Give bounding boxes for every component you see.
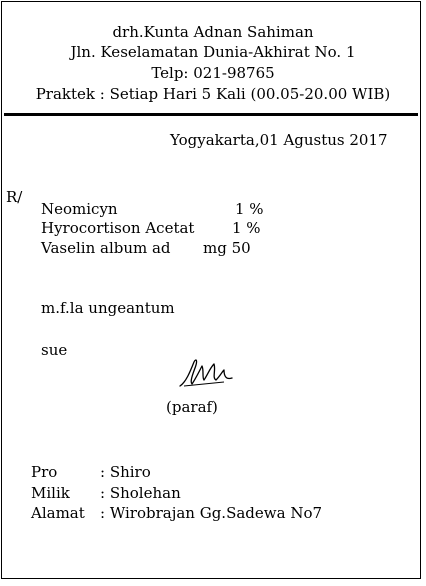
ingredient-2-name: Hyrocortison Acetat <box>41 219 195 237</box>
address-value: : Wirobrajan Gg.Sadewa No7 <box>100 504 323 522</box>
owner-value: : Sholehan <box>100 484 181 502</box>
clinic-address: Jln. Keselamatan Dunia-Akhirat No. 1 <box>70 43 356 61</box>
practice-hours: Praktek : Setiap Hari 5 Kali (00.05-20.0… <box>35 85 391 103</box>
signature-scribble <box>179 359 233 387</box>
recipe-mark: R/ <box>6 188 23 206</box>
place-date: Yogyakarta,01 Agustus 2017 <box>170 131 388 149</box>
signa: sue <box>41 341 68 359</box>
doctor-name: drh.Kunta Adnan Sahiman <box>112 23 314 41</box>
ingredient-2-amount: 1 % <box>232 219 261 237</box>
pro-label: Pro <box>31 463 58 481</box>
paraf-label: (paraf) <box>166 398 218 416</box>
ingredient-1-name: Neomicyn <box>41 200 118 218</box>
ingredient-3-name: Vaselin album ad <box>41 239 171 257</box>
ingredient-1-amount: 1 % <box>235 200 264 218</box>
owner-label: Milik <box>31 484 70 502</box>
ingredient-3-amount: mg 50 <box>203 239 251 257</box>
address-label: Alamat <box>31 504 85 522</box>
compounding-instruction: m.f.la ungeantum <box>41 299 175 317</box>
pro-value: : Shiro <box>100 463 151 481</box>
clinic-phone: Telp: 021-98765 <box>151 64 275 82</box>
header-divider <box>4 113 418 116</box>
